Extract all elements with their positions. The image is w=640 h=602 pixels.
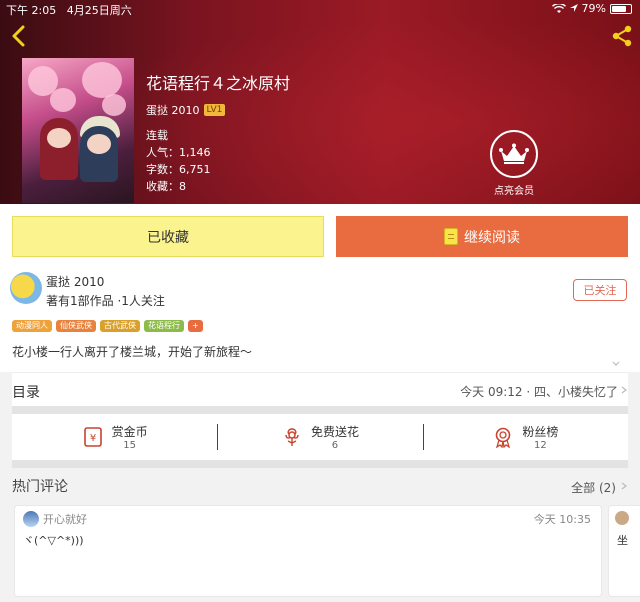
follow-button[interactable]: 已关注 xyxy=(573,279,627,301)
comment-card[interactable]: 坐 xyxy=(608,505,640,597)
stat-value: 6 xyxy=(331,440,339,451)
stat-fan-ranking[interactable]: 粉丝榜 12 xyxy=(422,414,628,460)
flower-icon xyxy=(285,428,299,446)
battery-percent: 79% xyxy=(581,2,606,15)
tag[interactable]: 古代武侠 xyxy=(100,320,140,332)
add-tag-button[interactable]: + xyxy=(188,320,203,332)
stat-label: 免费送花 xyxy=(310,425,359,439)
svg-text:¥: ¥ xyxy=(89,433,95,444)
book-author-line: 蛋挞 2010 LV1 xyxy=(146,102,290,118)
section-divider xyxy=(12,460,628,468)
chevron-right-icon xyxy=(621,386,627,394)
book-summary: 花小楼一行人离开了楼兰城，开始了新旅程～ xyxy=(12,345,253,359)
share-icon[interactable] xyxy=(610,24,634,48)
stat-label: 粉丝榜 xyxy=(522,425,559,439)
reward-coin-icon: ¥ xyxy=(83,427,102,447)
status-time: 下午 2:05 4月25日周六 xyxy=(6,2,132,18)
cover-character xyxy=(40,118,78,180)
crown-icon xyxy=(490,130,538,178)
status-bar: 下午 2:05 4月25日周六 79% xyxy=(0,0,640,18)
stat-text: 赏金币 15 xyxy=(112,423,148,451)
book-info: 花语程行４之冰原村 蛋挞 2010 LV1 连载 人气：1,146 字数：6,7… xyxy=(146,70,290,195)
action-bar: 已收藏 继续阅读 xyxy=(0,204,640,266)
author-card: 蛋挞 2010 著有1部作品 ·1人关注 已关注 动漫同人 仙侠武侠 古代武侠 花语程… xyxy=(0,266,640,372)
cover-blossom xyxy=(82,62,122,98)
continue-reading-button[interactable]: 继续阅读 xyxy=(336,216,628,257)
stat-free-flowers[interactable]: 免费送花 6 xyxy=(217,414,422,460)
comment-time: 今天 10:35 xyxy=(533,513,591,526)
latest-chapter[interactable]: 今天 09:12 · 四、小楼失忆了 xyxy=(460,383,618,400)
stat-text: 免费送花 6 xyxy=(311,423,359,451)
tag[interactable]: 仙侠武侠 xyxy=(56,320,96,332)
stat-text: 粉丝榜 12 xyxy=(522,423,558,451)
status-date: 4月25日周六 xyxy=(66,4,132,17)
comment-username[interactable]: 开心就好 xyxy=(43,511,87,527)
cover-character-face xyxy=(87,134,111,154)
back-arrow-icon[interactable] xyxy=(8,24,30,48)
book-favorites: 收藏：8 xyxy=(146,180,186,193)
stat-label: 赏金币 xyxy=(111,425,148,439)
table-of-contents-row[interactable]: 目录 今天 09:12 · 四、小楼失忆了 xyxy=(12,372,628,406)
tag-list: 动漫同人 仙侠武侠 古代武侠 花语程行 + xyxy=(12,320,203,332)
book-title: 花语程行４之冰原村 xyxy=(146,74,291,93)
continue-reading-label: 继续阅读 xyxy=(464,229,520,246)
favorited-button[interactable]: 已收藏 xyxy=(12,216,324,257)
comment-text: 坐 xyxy=(617,534,628,547)
avatar[interactable] xyxy=(615,511,629,525)
author-name[interactable]: 蛋挞 2010 xyxy=(46,273,104,290)
author-stats: 著有1部作品 ·1人关注 xyxy=(46,294,165,308)
book-icon xyxy=(444,228,458,245)
status-clock: 下午 2:05 xyxy=(6,4,57,17)
book-author[interactable]: 蛋挞 2010 xyxy=(146,102,200,118)
toc-label: 目录 xyxy=(12,385,40,401)
stat-value: 12 xyxy=(533,440,547,451)
book-cover-image[interactable] xyxy=(22,58,134,203)
cover-character xyxy=(80,126,118,182)
wifi-icon xyxy=(551,3,566,13)
tag[interactable]: 花语程行 xyxy=(144,320,184,332)
avatar[interactable] xyxy=(23,511,39,527)
avatar[interactable] xyxy=(10,272,42,304)
book-popularity: 人气：1,146 xyxy=(146,146,211,159)
level-badge: LV1 xyxy=(203,104,226,116)
comment-text: ヾ(^▽^*))) xyxy=(23,534,84,547)
chevron-right-icon xyxy=(621,482,627,490)
battery-fill xyxy=(612,5,627,12)
section-divider xyxy=(12,406,628,414)
location-icon xyxy=(569,4,578,12)
all-comments-link[interactable]: 全部 (2) xyxy=(571,479,616,496)
stat-reward-coins[interactable]: ¥ 赏金币 15 xyxy=(12,414,217,460)
comments-title: 热门评论 xyxy=(12,479,68,495)
vip-button[interactable]: 点亮会员 xyxy=(488,130,540,197)
expand-chevron-icon[interactable] xyxy=(612,360,620,368)
comment-card[interactable]: 开心就好 今天 10:35 ヾ(^▽^*))) xyxy=(14,505,602,597)
tag[interactable]: 动漫同人 xyxy=(12,320,52,332)
fan-medal-icon xyxy=(496,427,511,448)
book-word-count: 字数：6,751 xyxy=(146,163,211,176)
comments-header: 热门评论 全部 (2) xyxy=(12,474,628,500)
cover-character-face xyxy=(47,128,71,148)
book-status: 连载 xyxy=(146,129,168,142)
cover-blossom xyxy=(102,94,126,116)
battery-icon xyxy=(610,3,632,14)
stats-row: ¥ 赏金币 15 免费送花 6 粉丝榜 12 xyxy=(12,414,628,460)
stat-value: 15 xyxy=(123,440,137,451)
book-header: 下午 2:05 4月25日周六 79% 花语程行４之冰原村 蛋挞 2010 LV… xyxy=(0,0,640,204)
vip-label: 点亮会员 xyxy=(494,186,534,197)
status-indicators: 79% xyxy=(551,2,632,15)
cover-blossom xyxy=(50,88,76,112)
